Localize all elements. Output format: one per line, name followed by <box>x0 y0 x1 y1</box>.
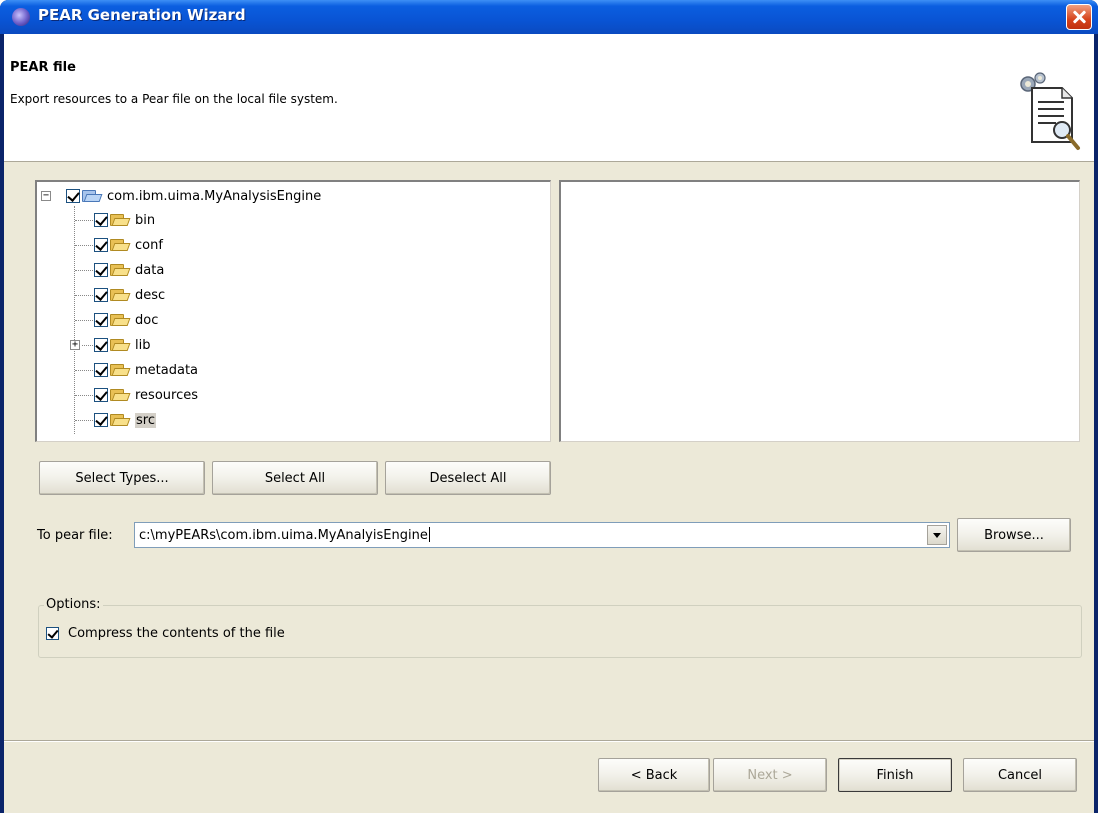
doc-checkbox[interactable] <box>94 313 108 327</box>
wizard-window: PEAR Generation Wizard PEAR file Export … <box>0 0 1098 813</box>
tree-item-resources[interactable]: resources <box>94 383 198 407</box>
data-checkbox[interactable] <box>94 263 108 277</box>
pear-file-label: To pear file: <box>37 528 113 543</box>
options-title: Options: <box>44 597 103 612</box>
select-all-button[interactable]: Select All <box>212 461 378 495</box>
file-list-panel[interactable] <box>559 180 1080 442</box>
src-checkbox[interactable] <box>94 413 108 427</box>
tree-item-doc[interactable]: doc <box>94 308 158 332</box>
folder-icon <box>110 338 131 352</box>
tree-item-label: doc <box>135 312 159 328</box>
tree-guide <box>75 370 93 371</box>
tree-guide <box>75 270 93 271</box>
bin-checkbox[interactable] <box>94 213 108 227</box>
tree-item-lib[interactable]: lib <box>94 333 150 357</box>
compress-checkbox[interactable] <box>46 627 59 640</box>
tree-guide <box>75 395 93 396</box>
folder-icon <box>110 263 131 277</box>
folder-icon <box>110 363 131 377</box>
dialog-content: PEAR file Export resources to a Pear fil… <box>4 34 1094 813</box>
collapse-icon[interactable]: − <box>41 191 51 201</box>
project-folder-icon <box>82 189 103 203</box>
root-checkbox[interactable] <box>66 189 80 203</box>
button-bar-separator <box>4 740 1094 742</box>
cancel-button[interactable]: Cancel <box>963 758 1077 792</box>
tree-guide <box>82 345 93 346</box>
tree-root-row[interactable]: com.ibm.uima.MyAnalysisEngine <box>66 184 321 208</box>
page-description: Export resources to a Pear file on the l… <box>10 92 338 106</box>
expand-icon[interactable]: + <box>70 340 80 350</box>
wizard-header: PEAR file Export resources to a Pear fil… <box>4 34 1094 162</box>
tree-item-label: lib <box>135 337 151 353</box>
desc-checkbox[interactable] <box>94 288 108 302</box>
back-button[interactable]: < Back <box>598 758 710 792</box>
page-title: PEAR file <box>10 60 76 75</box>
next-button[interactable]: Next > <box>713 758 827 792</box>
lib-checkbox[interactable] <box>94 338 108 352</box>
window-title: PEAR Generation Wizard <box>38 6 246 24</box>
resources-checkbox[interactable] <box>94 388 108 402</box>
chevron-down-icon[interactable] <box>927 525 947 545</box>
pear-file-combo[interactable]: c:\myPEARs\com.ibm.uima.MyAnalyisEngine <box>134 522 950 548</box>
tree-guide <box>75 420 93 421</box>
folder-icon <box>110 413 131 427</box>
tree-guide <box>75 295 93 296</box>
tree-guide <box>75 320 93 321</box>
browse-button[interactable]: Browse... <box>957 518 1071 552</box>
tree-item-label: src <box>135 412 156 428</box>
tree-item-label: metadata <box>135 362 199 378</box>
tree-item-src[interactable]: src <box>94 408 156 432</box>
tree-item-desc[interactable]: desc <box>94 283 165 307</box>
tree-guide <box>75 245 93 246</box>
tree-item-label: desc <box>135 287 166 303</box>
tree-item-label: data <box>135 262 165 278</box>
tree-item-metadata[interactable]: metadata <box>94 358 198 382</box>
pear-file-input[interactable]: c:\myPEARs\com.ibm.uima.MyAnalyisEngine <box>139 527 430 543</box>
folder-icon <box>110 388 131 402</box>
tree-root-label: com.ibm.uima.MyAnalysisEngine <box>107 188 322 204</box>
finish-button[interactable]: Finish <box>838 758 952 792</box>
tree-item-label: conf <box>135 237 163 253</box>
deselect-all-button[interactable]: Deselect All <box>385 461 551 495</box>
compress-label[interactable]: Compress the contents of the file <box>68 626 285 641</box>
close-button[interactable] <box>1066 4 1092 30</box>
tree-guide <box>75 220 93 221</box>
select-types-button[interactable]: Select Types... <box>39 461 205 495</box>
resource-tree[interactable]: − com.ibm.uima.MyAnalysisEngine bin conf <box>35 180 551 442</box>
tree-item-label: resources <box>135 387 199 403</box>
tree-item-label: bin <box>135 212 156 228</box>
folder-icon <box>110 213 131 227</box>
metadata-checkbox[interactable] <box>94 363 108 377</box>
folder-icon <box>110 288 131 302</box>
tree-item-conf[interactable]: conf <box>94 233 163 257</box>
tree-item-bin[interactable]: bin <box>94 208 155 232</box>
export-document-icon <box>1020 72 1080 150</box>
eclipse-icon <box>12 8 30 26</box>
title-bar[interactable]: PEAR Generation Wizard <box>0 0 1098 34</box>
folder-icon <box>110 313 131 327</box>
folder-icon <box>110 238 131 252</box>
conf-checkbox[interactable] <box>94 238 108 252</box>
tree-item-data[interactable]: data <box>94 258 164 282</box>
